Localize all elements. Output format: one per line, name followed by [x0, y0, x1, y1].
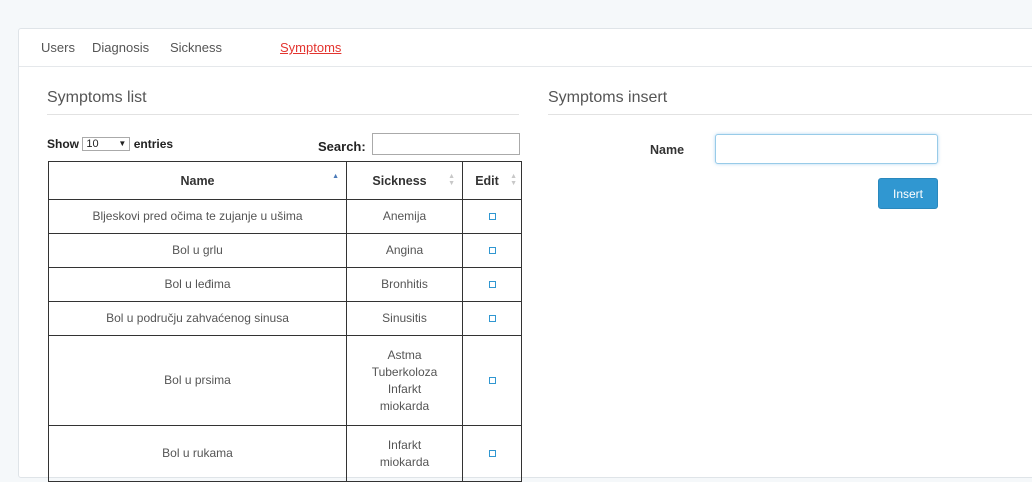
column-header-name-label: Name — [180, 173, 215, 188]
column-header-sickness[interactable]: Sickness ▲ ▼ — [346, 161, 463, 200]
table-row: Bol u leđima Bronhitis — [48, 267, 522, 302]
cell-sickness: Astma Tuberkoloza Infarkt miokarda — [346, 335, 463, 426]
symptoms-insert-title: Symptoms insert — [548, 89, 668, 106]
tab-users[interactable]: Users — [41, 40, 75, 55]
cell-sickness: Angina — [346, 233, 463, 268]
edit-icon[interactable] — [488, 315, 496, 322]
table-row: Bol u grlu Angina — [48, 233, 522, 268]
entries-select-value: 10 — [86, 137, 99, 150]
symptoms-table: Name ▲ Sickness ▲ ▼ Edit ▲ ▼ Bljeskovi pre… — [48, 161, 522, 482]
table-row: Bol u području zahvaćenog sinusa Sinusiti… — [48, 301, 522, 336]
table-row: Bol u rukama Infarkt miokarda — [48, 425, 522, 482]
column-header-edit-label: Edit — [475, 173, 499, 188]
cell-name: Bol u rukama — [48, 425, 347, 482]
sickness-line: miokarda — [379, 454, 430, 469]
name-label: Name — [650, 143, 685, 157]
sickness-line: Infarkt — [387, 437, 422, 452]
sort-both-icon: ▲ ▼ — [448, 173, 455, 187]
cell-name: Bol u grlu — [48, 233, 347, 268]
edit-icon[interactable] — [488, 450, 496, 457]
cell-edit — [462, 233, 522, 268]
main-card: Users Diagnosis Sickness Symptoms Sympto… — [18, 28, 1032, 482]
cell-edit — [462, 301, 522, 336]
sickness-line: Angina — [385, 243, 424, 257]
cell-edit — [462, 335, 522, 426]
tab-diagnosis[interactable]: Diagnosis — [92, 40, 149, 55]
edit-icon[interactable] — [488, 213, 496, 220]
search-input[interactable] — [372, 133, 520, 155]
entries-control: Show 10 ▼ entries — [47, 136, 174, 152]
name-input[interactable] — [715, 134, 938, 164]
cell-name: Bljeskovi pred očima te zujanje u ušima — [48, 199, 347, 234]
cell-edit — [462, 267, 522, 302]
list-divider — [47, 114, 519, 115]
top-nav: Users Diagnosis Sickness Symptoms — [19, 29, 1032, 67]
sickness-line: Sinusitis — [382, 311, 427, 325]
column-header-sickness-label: Sickness — [372, 173, 427, 188]
sickness-line: Bronhitis — [381, 277, 428, 291]
sickness-line: Tuberkoloza — [371, 364, 438, 379]
tab-sickness[interactable]: Sickness — [170, 40, 222, 55]
column-header-edit[interactable]: Edit ▲ ▼ — [462, 161, 522, 200]
show-label: Show — [47, 137, 79, 151]
edit-icon[interactable] — [488, 377, 496, 384]
column-header-name[interactable]: Name ▲ — [48, 161, 347, 200]
sickness-line: Anemija — [382, 209, 427, 223]
cell-sickness: Bronhitis — [346, 267, 463, 302]
symptoms-list-title: Symptoms list — [47, 89, 147, 106]
edit-icon[interactable] — [488, 247, 496, 254]
insert-divider — [548, 114, 1032, 115]
sickness-line: miokarda — [379, 398, 430, 413]
search-label: Search: — [318, 139, 366, 154]
tab-symptoms[interactable]: Symptoms — [280, 40, 341, 55]
entries-label: entries — [133, 137, 174, 151]
entries-select[interactable]: 10 ▼ — [82, 136, 131, 151]
table-row: Bljeskovi pred očima te zujanje u ušima A… — [48, 199, 522, 234]
cell-name: Bol u leđima — [48, 267, 347, 302]
cell-edit — [462, 425, 522, 482]
sickness-line: Astma — [387, 347, 422, 362]
edit-icon[interactable] — [488, 281, 496, 288]
cell-name: Bol u prsima — [48, 335, 347, 426]
chevron-down-icon: ▼ — [118, 138, 127, 148]
cell-sickness: Anemija — [346, 199, 463, 234]
cell-edit — [462, 199, 522, 234]
sickness-line: Infarkt — [387, 381, 422, 396]
insert-button[interactable]: Insert — [878, 178, 938, 209]
cell-sickness: Infarkt miokarda — [346, 425, 463, 482]
table-header-row: Name ▲ Sickness ▲ ▼ Edit ▲ ▼ — [48, 161, 522, 200]
cell-name: Bol u području zahvaćenog sinusa — [48, 301, 347, 336]
table-row: Bol u prsima Astma Tuberkoloza Infarkt mioka… — [48, 335, 522, 426]
sort-both-icon: ▲ ▼ — [510, 173, 517, 187]
cell-sickness: Sinusitis — [346, 301, 463, 336]
sort-asc-icon: ▲ — [332, 173, 339, 180]
